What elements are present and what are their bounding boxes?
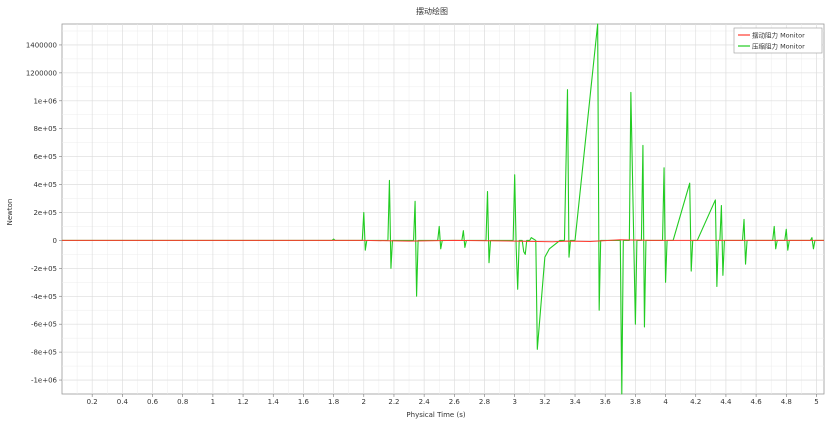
x-tick-label: 1 [211, 398, 215, 406]
legend: 摆动阻力 Monitor 压缩阻力 Monitor [733, 27, 823, 54]
legend-label-0: 摆动阻力 Monitor [752, 31, 805, 40]
x-tick-label: 4 [663, 398, 668, 406]
y-tick-label: 4e+05 [33, 181, 57, 189]
x-tick-label: 4.4 [720, 398, 732, 406]
chart: 0.2 0.4 0.6 0.8 1 1.2 1.4 1.6 1.8 2 2.2 2.4 2.6 2.8 3 3… [0, 0, 834, 424]
x-tick-label: 0.8 [177, 398, 188, 406]
y-tick-label: -6e+05 [31, 321, 57, 329]
x-tick-label: 1.2 [237, 398, 248, 406]
x-tick-label: 2.6 [449, 398, 461, 406]
y-tick-label: -4e+05 [31, 293, 57, 301]
y-tick-label: 6e+05 [33, 153, 57, 161]
y-tick-label: 1400000 [26, 41, 57, 49]
x-tick-label: 3 [512, 398, 516, 406]
x-tick-label: 0.2 [87, 398, 98, 406]
x-tick-label: 4.6 [751, 398, 763, 406]
x-tick-label: 2.8 [479, 398, 490, 406]
y-tick-label: 1200000 [26, 69, 57, 77]
chart-title: 摆动绘图 [416, 6, 448, 16]
y-axis-ticks: 1400000 1200000 1e+06 8e+05 6e+05 4e+05 2e+05 0… [26, 41, 62, 385]
x-axis-title: Physical Time (s) [406, 411, 465, 419]
x-tick-label: 2.2 [388, 398, 399, 406]
x-tick-label: 3.6 [600, 398, 612, 406]
x-tick-label: 2 [362, 398, 366, 406]
y-tick-label: 2e+05 [33, 209, 57, 217]
y-tick-label: 1e+06 [33, 97, 57, 105]
y-axis-title: Newton [6, 199, 14, 226]
x-tick-label: 0.6 [147, 398, 159, 406]
x-tick-label: 4.8 [781, 398, 792, 406]
y-tick-label: 0 [53, 237, 57, 245]
chart-svg: 0.2 0.4 0.6 0.8 1 1.2 1.4 1.6 1.8 2 2.2 2.4 2.6 2.8 3 3… [6, 6, 825, 419]
x-tick-label: 1.6 [298, 398, 310, 406]
x-tick-label: 0.4 [117, 398, 129, 406]
x-axis-ticks: 0.2 0.4 0.6 0.8 1 1.2 1.4 1.6 1.8 2 2.2 2.4 2.6 2.8 3 3… [87, 394, 819, 406]
x-tick-label: 1.8 [328, 398, 339, 406]
x-tick-label: 3.8 [630, 398, 641, 406]
y-tick-label: -2e+05 [31, 265, 57, 273]
x-tick-label: 3.4 [569, 398, 581, 406]
y-tick-label: 8e+05 [33, 125, 57, 133]
plot-background [61, 23, 825, 395]
x-tick-label: 2.4 [419, 398, 431, 406]
x-tick-label: 5 [814, 398, 818, 406]
x-tick-label: 1.4 [268, 398, 280, 406]
x-tick-label: 4.2 [690, 398, 701, 406]
y-tick-label: -8e+05 [31, 349, 57, 357]
y-tick-label: -1e+06 [31, 377, 58, 385]
legend-label-1: 压缩阻力 Monitor [752, 42, 805, 51]
x-tick-label: 3.2 [539, 398, 550, 406]
